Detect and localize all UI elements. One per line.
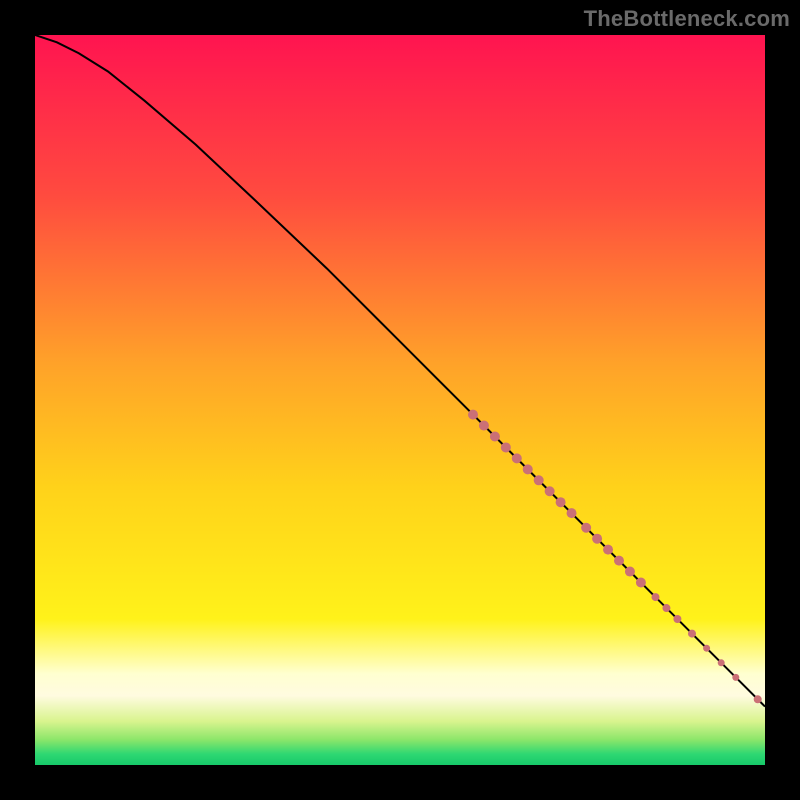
highlight-dot (603, 545, 613, 555)
highlight-dot (703, 645, 710, 652)
highlight-dot (468, 410, 478, 420)
highlight-dot (625, 567, 635, 577)
chart-frame: TheBottleneck.com (0, 0, 800, 800)
plot-area (35, 35, 765, 765)
highlight-dot (534, 475, 544, 485)
highlight-dot (718, 659, 725, 666)
highlight-dot (501, 442, 511, 452)
highlight-dot (479, 421, 489, 431)
highlight-dot (512, 453, 522, 463)
highlight-dot (545, 486, 555, 496)
gradient-background (35, 35, 765, 765)
highlight-dot (754, 695, 762, 703)
highlight-dot (673, 615, 681, 623)
watermark-text: TheBottleneck.com (584, 6, 790, 32)
highlight-dot (636, 578, 646, 588)
highlight-dot (523, 464, 533, 474)
highlight-dot (490, 432, 500, 442)
highlight-dot (614, 556, 624, 566)
highlight-dot (581, 523, 591, 533)
highlight-dot (652, 593, 660, 601)
highlight-dot (662, 604, 670, 612)
highlight-dot (592, 534, 602, 544)
chart-svg (35, 35, 765, 765)
highlight-dot (567, 508, 577, 518)
highlight-dot (556, 497, 566, 507)
highlight-dot (732, 674, 739, 681)
highlight-dot (688, 630, 696, 638)
